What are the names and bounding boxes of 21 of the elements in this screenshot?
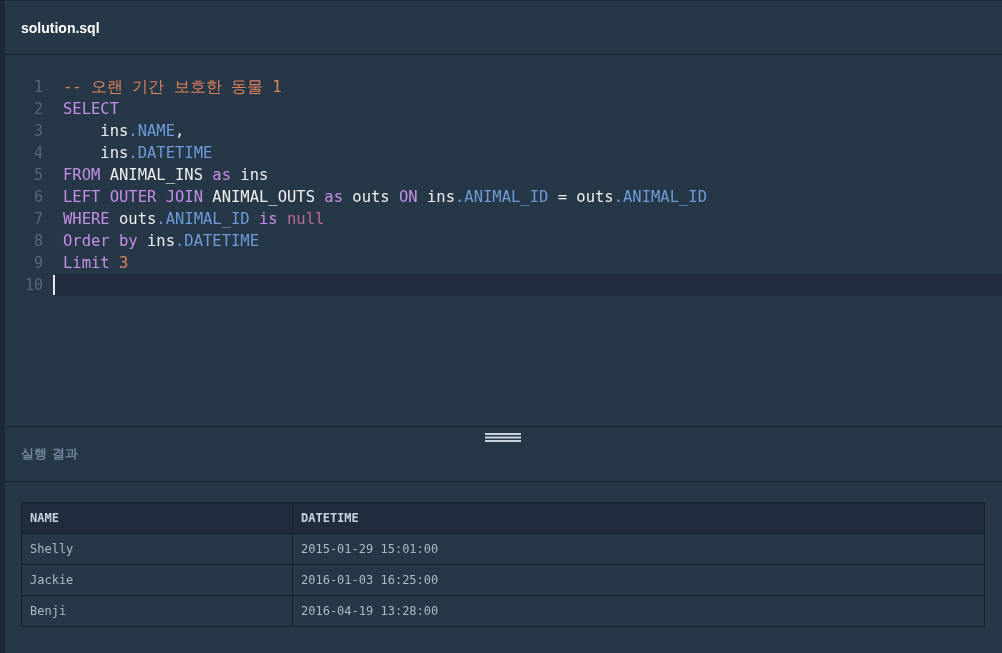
code-line: LEFT OUTER JOIN ANIMAL_OUTS as outs ON ins.ANIMAL_ID = outs.ANIMAL_ID [63, 188, 707, 206]
code-line: WHERE outs.ANIMAL_ID is null [63, 210, 325, 228]
resize-handle-icon[interactable] [485, 433, 521, 442]
code-line: ins.NAME, [99, 122, 185, 140]
text-cursor [53, 275, 55, 295]
code-line: Limit 3 [63, 254, 129, 272]
file-name: solution.sql [21, 19, 100, 36]
table-cell: Benji [21, 595, 293, 627]
results-title: 실행 결과 [21, 445, 78, 463]
table-cell: 2016-04-19 13:28:00 [292, 595, 985, 627]
table-cell: 2016-01-03 16:25:00 [292, 564, 985, 596]
table-cell: Jackie [21, 564, 293, 596]
code-line: Order by ins.DATETIME [63, 232, 259, 250]
code-line: SELECT [63, 100, 119, 118]
table-cell: 2015-01-29 15:01:00 [292, 533, 985, 565]
code-line: FROM ANIMAL_INS as ins [63, 166, 269, 184]
table-cell: Shelly [21, 533, 293, 565]
column-header: DATETIME [292, 502, 985, 534]
column-header: NAME [21, 502, 293, 534]
code-line: ins.DATETIME [99, 144, 213, 162]
code-line: -- 오랜 기간 보호한 동물 1 [63, 76, 282, 98]
